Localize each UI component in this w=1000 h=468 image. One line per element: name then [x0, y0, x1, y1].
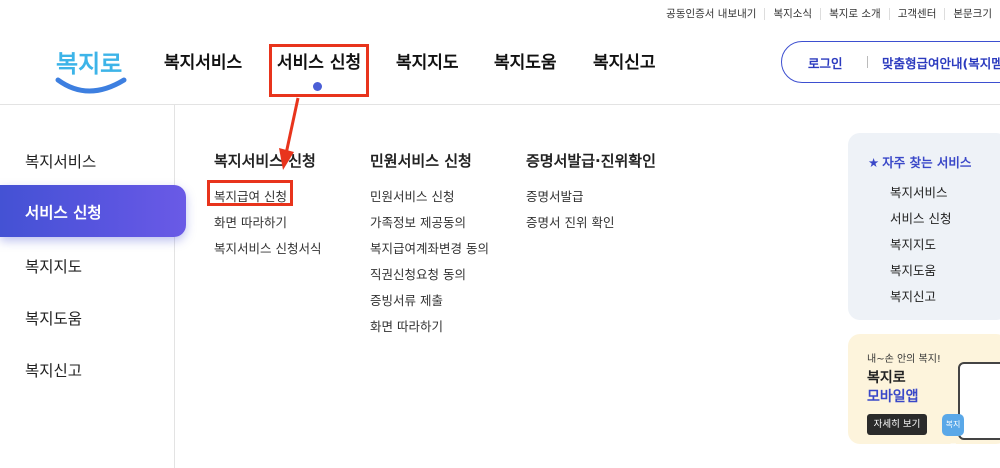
quick-item-welfare-report[interactable]: 복지신고: [890, 286, 936, 305]
link-forms[interactable]: 복지서비스 신청서식: [214, 238, 321, 257]
login-button[interactable]: 로그인: [782, 53, 867, 72]
divider: [867, 56, 868, 68]
star-icon: ★: [868, 155, 880, 170]
link-cert-issue[interactable]: 증명서발급: [526, 186, 584, 205]
util-font-size[interactable]: 본문크기: [944, 8, 1000, 20]
app-details-button[interactable]: 자세히 보기: [867, 414, 927, 435]
app-banner-subtitle: 모바일앱: [867, 389, 919, 405]
side-item-welfare-help[interactable]: 복지도움: [25, 307, 82, 329]
side-menu: 복지서비스 서비스 신청 복지지도 복지도움 복지신고: [0, 105, 186, 468]
side-item-welfare-map[interactable]: 복지지도: [25, 255, 82, 277]
link-guide[interactable]: 화면 따라하기: [214, 212, 287, 231]
svg-text:복지로: 복지로: [56, 50, 122, 78]
submenu-column-certificate: 증명서발급·진위확인: [526, 150, 656, 171]
utility-bar: 공동인증서 내보내기 복지소식 복지로 소개 고객센터 본문크기: [658, 5, 1000, 23]
side-item-label: 서비스 신청: [25, 204, 102, 222]
side-item-service-apply[interactable]: 서비스 신청: [0, 185, 186, 237]
submenu-title[interactable]: 민원서비스 신청: [370, 150, 472, 171]
nav-welfare-map[interactable]: 복지지도: [396, 48, 466, 78]
phone-image: [958, 362, 1000, 440]
quick-services-title: ★ 자주 찾는 서비스: [868, 155, 972, 170]
logo-icon: 복지로: [55, 50, 127, 94]
app-banner-title: 복지로: [867, 370, 906, 386]
quick-services-panel: ★ 자주 찾는 서비스 복지서비스 서비스 신청 복지지도 복지도움 복지신고: [848, 133, 1000, 320]
quick-item-welfare-help[interactable]: 복지도움: [890, 260, 936, 279]
link-guide-2[interactable]: 화면 따라하기: [370, 316, 443, 335]
util-news[interactable]: 복지소식: [764, 8, 820, 20]
quick-item-welfare-map[interactable]: 복지지도: [890, 234, 936, 253]
app-logo-icon: 복지로: [942, 414, 964, 444]
nav-welfare-service[interactable]: 복지서비스: [164, 48, 244, 78]
nav-welfare-report[interactable]: 복지신고: [593, 48, 663, 78]
highlight-box-nav: [269, 44, 369, 97]
link-family-consent[interactable]: 가족정보 제공동의: [370, 212, 466, 231]
annotation-arrow-icon: [279, 97, 300, 170]
util-customer-center[interactable]: 고객센터: [888, 8, 945, 20]
login-bar: 로그인 맞춤형급여안내(복지멤: [781, 41, 1000, 83]
link-cert-verify[interactable]: 증명서 진위 확인: [526, 212, 614, 231]
highlight-box-submenu: [207, 180, 293, 206]
link-account-change[interactable]: 복지급여계좌변경 동의: [370, 238, 489, 257]
app-banner-tagline: 내~손 안의 복지!: [867, 354, 941, 365]
quick-item-welfare-service[interactable]: 복지서비스: [890, 182, 948, 201]
util-cert-export[interactable]: 공동인증서 내보내기: [658, 8, 764, 20]
nav-welfare-help[interactable]: 복지도움: [494, 48, 564, 78]
link-civil-apply[interactable]: 민원서비스 신청: [370, 186, 454, 205]
submenu-title[interactable]: 증명서발급·진위확인: [526, 150, 656, 171]
link-submit-docs[interactable]: 증빙서류 제출: [370, 290, 443, 309]
link-ex-officio[interactable]: 직권신청요청 동의: [370, 264, 466, 283]
side-item-welfare-report[interactable]: 복지신고: [25, 359, 82, 381]
quick-item-service-apply[interactable]: 서비스 신청: [890, 208, 951, 227]
site-logo[interactable]: 복지로: [50, 36, 130, 106]
side-item-welfare-service[interactable]: 복지서비스: [25, 150, 96, 172]
mobile-app-banner: 내~손 안의 복지! 복지로 모바일앱 자세히 보기 복지로: [848, 334, 1000, 444]
util-about[interactable]: 복지로 소개: [820, 8, 889, 20]
custom-benefit-link[interactable]: 맞춤형급여안내(복지멤: [882, 53, 1000, 72]
submenu-column-civil-apply: 민원서비스 신청: [370, 150, 472, 171]
